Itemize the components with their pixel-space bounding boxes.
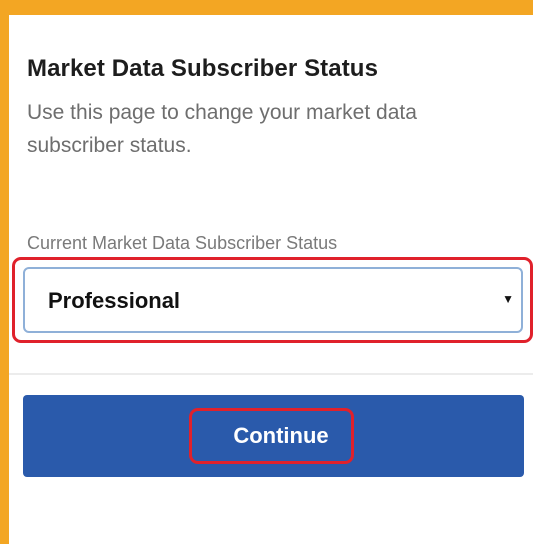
selected-status-value: Professional bbox=[48, 288, 181, 313]
subscriber-status-select[interactable]: Professional ▼ bbox=[23, 267, 523, 333]
page-title: Market Data Subscriber Status bbox=[27, 55, 379, 82]
frame-top-border bbox=[0, 0, 533, 15]
subscriber-status-card: Market Data Subscriber Status Use this p… bbox=[9, 15, 533, 544]
section-divider bbox=[9, 373, 533, 375]
continue-highlight-outline bbox=[189, 408, 354, 464]
page-description: Use this page to change your market data… bbox=[27, 101, 417, 157]
dropdown-caret-icon: ▼ bbox=[502, 292, 514, 306]
frame-left-border bbox=[0, 0, 9, 544]
status-field-label: Current Market Data Subscriber Status bbox=[27, 233, 338, 253]
